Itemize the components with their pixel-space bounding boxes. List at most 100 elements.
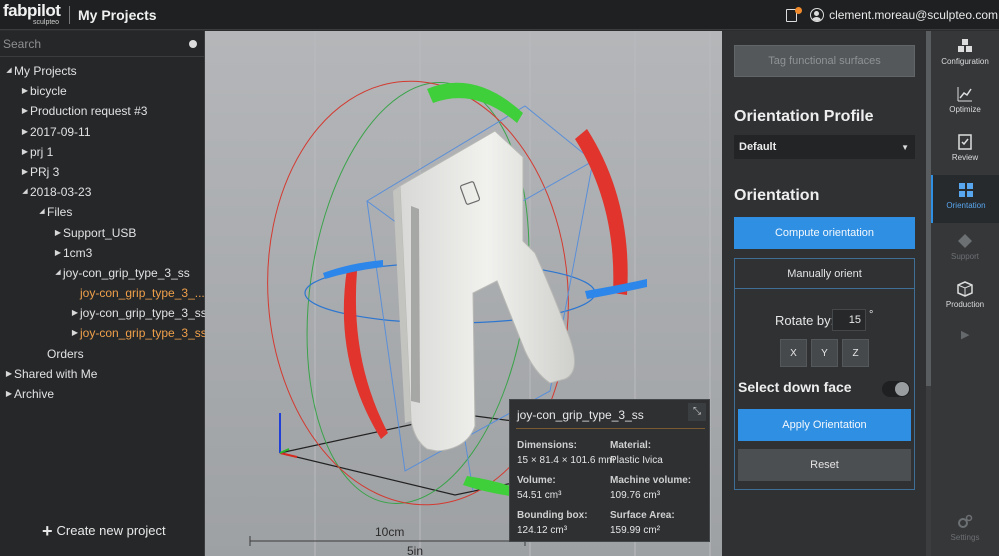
nav-optimize[interactable]: Optimize [931, 79, 999, 125]
caret-right-icon[interactable]: ▶ [4, 364, 14, 384]
tree-item[interactable]: ▶ bicycle [0, 81, 205, 101]
tree-item[interactable]: ▶ Shared with Me [0, 364, 205, 384]
caret-right-icon[interactable]: ▶ [53, 243, 63, 263]
caret-down-icon[interactable]: ◢ [4, 61, 14, 81]
tree-item[interactable]: ▶ Support_USB [0, 223, 205, 243]
nav-orientation[interactable]: Orientation [931, 175, 999, 223]
tree-item-label: Orders [47, 346, 84, 361]
tree-item[interactable]: joy-con_grip_type_3_... [0, 283, 205, 303]
header-divider [69, 5, 70, 24]
tree-item[interactable]: ▶ 2017-09-11 [0, 122, 205, 142]
surface-area-value: 159.99 cm² [610, 525, 661, 536]
logo-text: fabpilot [3, 0, 61, 20]
volume-label: Volume: [517, 475, 556, 486]
tree-item-label: 2018-03-23 [30, 185, 92, 200]
caret-right-icon[interactable]: ▶ [20, 122, 30, 142]
model-rail [411, 206, 420, 403]
material-value: Plastic Ivica [610, 455, 663, 466]
create-project-button[interactable]: + Create new project [42, 520, 166, 541]
caret-right-icon[interactable]: ▶ [20, 101, 30, 121]
nav-configuration[interactable]: Configuration [931, 31, 999, 77]
logo-subtext: sculpteo [33, 18, 60, 26]
caret-right-icon[interactable]: ▶ [4, 384, 14, 404]
tree-item[interactable]: ◢ Files [0, 202, 205, 222]
tag-functional-surfaces-button[interactable]: Tag functional surfaces [734, 45, 915, 77]
clipboard-alert-icon[interactable] [786, 7, 803, 23]
tree-item[interactable]: ◢ joy-con_grip_type_3_ss [0, 263, 205, 283]
search-input[interactable] [0, 31, 204, 57]
tree-item[interactable]: ◢ 2018-03-23 [0, 182, 205, 202]
tree-item-label: Files [47, 205, 73, 220]
nav-label: Orientation [946, 201, 986, 210]
tree-item[interactable]: ▶ PRj 3 [0, 162, 205, 182]
compute-orientation-button[interactable]: Compute orientation [734, 217, 915, 249]
tree-item-label: 1cm3 [63, 245, 93, 260]
nav-review[interactable]: Review [931, 127, 999, 173]
rotate-degrees-input[interactable] [832, 309, 866, 331]
orientation-icon [959, 183, 973, 197]
orientation-title: Orientation [734, 187, 820, 204]
scale-label-cm: 10cm [375, 525, 405, 539]
model-name: joy-con_grip_type_3_ss [517, 408, 644, 422]
model-info-card: joy-con_grip_type_3_ss ⤡ Dimensions: 15 … [509, 399, 710, 542]
dimensions-value: 15 × 81.4 × 101.6 mm [517, 455, 615, 466]
caret-right-icon[interactable]: ▶ [20, 142, 30, 162]
caret-down-icon[interactable]: ◢ [37, 202, 47, 222]
chart-line-icon [957, 87, 972, 102]
select-down-face-toggle[interactable] [882, 381, 910, 397]
manually-orient-tab[interactable]: Manually orient [735, 259, 914, 289]
user-email[interactable]: clement.moreau@sculpteo.com [829, 8, 998, 22]
search-clear-icon[interactable] [189, 40, 197, 48]
caret-right-icon[interactable]: ▶ [70, 303, 80, 323]
nav-label: Support [950, 252, 980, 261]
rotate-z-button[interactable]: Z [842, 339, 869, 367]
caret-down-icon[interactable]: ◢ [53, 263, 63, 283]
chevron-down-icon: ▼ [901, 142, 909, 152]
tree-item[interactable]: ▶ joy-con_grip_type_3_ss [0, 303, 207, 323]
plus-icon: + [42, 520, 53, 541]
tree-item[interactable]: ▶ prj 1 [0, 142, 205, 162]
tree-item-label: prj 1 [30, 144, 54, 159]
fabpilot-logo[interactable]: fabpilot sculpteo [3, 0, 65, 30]
chevron-right-icon[interactable]: ▶ [961, 328, 969, 341]
user-icon[interactable] [810, 8, 825, 22]
caret-right-icon[interactable]: ▶ [53, 223, 63, 243]
tree-item[interactable]: Orders [0, 344, 205, 364]
tree-item[interactable]: ◢ My Projects [0, 61, 205, 81]
caret-right-icon[interactable]: ▶ [20, 81, 30, 101]
project-sidebar: ◢My Projects▶bicycle▶Production request … [0, 31, 207, 556]
dimensions-label: Dimensions: [517, 440, 578, 451]
tree-item[interactable]: ▶ Production request #3 [0, 101, 205, 121]
tree-item-label: bicycle [30, 84, 67, 99]
manual-orient-box: Manually orient Rotate by: ° X Y Z Selec… [734, 258, 915, 490]
rotate-by-label: Rotate by: [775, 313, 835, 328]
tree-item[interactable]: ▶ 1cm3 [0, 243, 205, 263]
rotate-y-button[interactable]: Y [811, 339, 838, 367]
select-down-face-label: Select down face [738, 379, 852, 395]
rotate-x-button[interactable]: X [780, 339, 807, 367]
box-icon [957, 281, 973, 297]
info-divider [516, 428, 705, 429]
tree-item-label: Production request #3 [30, 104, 148, 119]
tree-item-label: 2017-09-11 [30, 124, 91, 139]
expand-icon[interactable]: ⤡ [688, 403, 706, 421]
machine-volume-label: Machine volume: [610, 475, 692, 486]
nav-production[interactable]: Production [931, 274, 999, 320]
caret-right-icon[interactable]: ▶ [70, 323, 80, 343]
machine-volume-value: 109.76 cm³ [610, 490, 661, 501]
tree-item[interactable]: ▶ Archive [0, 384, 205, 404]
nav-support[interactable]: Support [931, 226, 999, 272]
nav-settings[interactable]: Settings [931, 507, 999, 553]
scale-label-in: 5in [407, 544, 424, 556]
nav-label: Review [951, 153, 979, 162]
caret-right-icon[interactable]: ▶ [20, 162, 30, 182]
orientation-panel: Tag functional surfaces Orientation Prof… [722, 31, 927, 556]
reset-button[interactable]: Reset [738, 449, 911, 481]
orientation-profile-select[interactable]: Default ▼ [734, 135, 915, 159]
tree-item-label: Support_USB [63, 225, 137, 240]
caret-down-icon[interactable]: ◢ [20, 182, 30, 202]
apply-orientation-button[interactable]: Apply Orientation [738, 409, 911, 441]
tree-item[interactable]: ▶ joy-con_grip_type_3_ss [0, 323, 207, 343]
nav-label: Optimize [949, 105, 981, 114]
support-icon [958, 234, 972, 248]
